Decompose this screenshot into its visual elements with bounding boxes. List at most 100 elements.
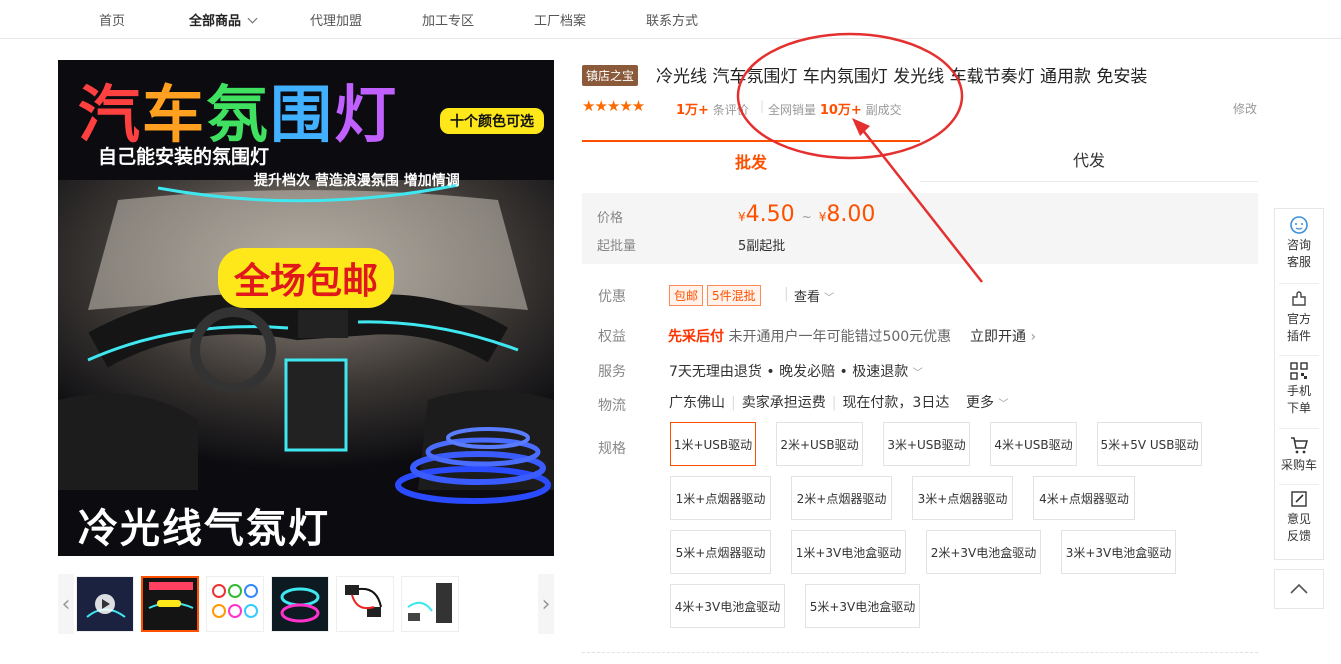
chevron-down-icon: ﹀ — [824, 293, 835, 304]
modify-link[interactable]: 修改 — [1233, 100, 1257, 117]
spec-option[interactable]: 1米+点烟器驱动 — [670, 476, 771, 520]
ship-from: 广东佛山 — [669, 395, 725, 411]
price-box: 价格 ¥4.50 ~ ¥8.00 起批量 5副起批 — [582, 193, 1258, 264]
play-icon — [77, 577, 133, 631]
nav-agency[interactable]: 代理加盟 — [310, 10, 362, 29]
sidebar-item-plugin[interactable]: 官方 插件 — [1275, 289, 1323, 345]
chat-icon — [1290, 216, 1308, 234]
main-product-image[interactable]: 汽车氛围灯 十个颜色可选 自己能安装的氛围灯 提升档次 营造浪漫氛围 增加情调 … — [58, 60, 554, 556]
image-tagline: 提升档次 营造浪漫氛围 增加情调 — [254, 173, 460, 189]
sidebar-item-label: 插件 — [1286, 329, 1311, 343]
review-count[interactable]: 1万+ 条评价 — [676, 99, 749, 118]
chevron-down-icon: ﹀ — [912, 368, 923, 379]
thumb-next-button[interactable]: › — [538, 574, 554, 634]
rights-label: 权益 — [598, 329, 626, 345]
image-title-char: 灯 — [334, 78, 399, 151]
sidebar-divider — [1279, 484, 1319, 485]
thumbnail-2[interactable] — [206, 576, 264, 632]
image-title-char: 围 — [270, 78, 335, 151]
shipping-fee: 卖家承担运费 — [741, 395, 826, 411]
sidebar-item-label: 手机 — [1286, 384, 1311, 398]
logistics-info: 广东佛山 | 卖家承担运费 | 现在付款，3日达 — [669, 392, 949, 412]
sidebar-item-mobile-order[interactable]: 手机 下单 — [1275, 361, 1323, 417]
spec-option[interactable]: 3米+点烟器驱动 — [912, 476, 1013, 520]
service-text: 7天无理由退货 • 晚发必赔 • 极速退款 — [669, 364, 909, 380]
logistics-divider: | — [731, 395, 736, 411]
activate-now-link[interactable]: 立即开通 › — [970, 326, 1036, 346]
logistics-divider: | — [831, 395, 837, 411]
rating-stars: ★★★★★ — [582, 97, 645, 115]
thumb-prev-button[interactable]: ‹ — [58, 574, 74, 634]
spec-option[interactable]: 5米+点烟器驱动 — [670, 530, 771, 574]
service-label: 服务 — [598, 364, 626, 380]
thumbnail-5[interactable] — [401, 576, 459, 632]
chevron-up-icon — [1290, 583, 1308, 594]
promo-view-label: 查看 — [794, 290, 821, 305]
activate-now-label: 立即开通 — [970, 329, 1026, 345]
spec-option[interactable]: 2米+3V电池盒驱动 — [926, 530, 1041, 574]
thumbnail-5-image — [407, 583, 452, 623]
price-range: ¥4.50 ~ ¥8.00 — [738, 202, 875, 227]
sidebar-divider — [1279, 283, 1319, 284]
tab-dropship[interactable]: 代发 — [920, 140, 1258, 182]
meta-divider: | — [760, 99, 765, 113]
promo-view-button[interactable]: 查看 ﹀ — [794, 286, 834, 305]
pay-later-label: 先采后付 — [668, 329, 724, 345]
promo-divider: | — [784, 286, 789, 302]
price-label: 价格 — [597, 211, 624, 226]
color-options-badge: 十个颜色可选 — [440, 108, 544, 134]
spec-option[interactable]: 4米+3V电池盒驱动 — [670, 584, 785, 628]
chevron-down-icon — [247, 13, 258, 24]
sales-count-value: 10万+ — [819, 103, 862, 118]
image-title-char: 汽 — [78, 78, 143, 151]
price-range-tilde: ~ — [801, 210, 812, 224]
sidebar-item-label: 咨询 — [1286, 238, 1311, 252]
logistics-more-button[interactable]: 更多 ﹀ — [966, 392, 1008, 412]
thumbnail-1[interactable] — [141, 576, 199, 632]
spec-option[interactable]: 4米+点烟器驱动 — [1033, 476, 1135, 520]
thumbnail-3[interactable] — [271, 576, 329, 632]
spec-option[interactable]: 5米+5V USB驱动 — [1097, 422, 1202, 466]
back-to-top-button[interactable] — [1274, 569, 1324, 609]
free-shipping-badge: 全场包邮 — [218, 248, 395, 308]
sales-volume: 全网销量 10万+ 副成交 — [768, 99, 902, 118]
arrow-head-icon — [852, 118, 870, 136]
spec-option[interactable]: 5米+3V电池盒驱动 — [805, 584, 920, 628]
sidebar-item-cart[interactable]: 采购车 — [1275, 435, 1323, 474]
thumbnail-4[interactable] — [336, 576, 394, 632]
sidebar-item-label: 下单 — [1286, 401, 1311, 415]
moq-label: 起批量 — [597, 239, 637, 254]
nav-contact[interactable]: 联系方式 — [646, 10, 698, 29]
free-shipping-pill: 包邮 — [669, 285, 704, 306]
spec-option[interactable]: 4米+USB驱动 — [990, 422, 1077, 466]
spec-option[interactable]: 3米+USB驱动 — [883, 422, 970, 466]
tab-wholesale[interactable]: 批发 — [582, 140, 920, 182]
nav-home[interactable]: 首页 — [99, 10, 125, 29]
moq-value: 5副起批 — [738, 239, 786, 254]
purchase-mode-tabs: 批发 代发 — [582, 140, 1258, 182]
service-info[interactable]: 7天无理由退货 • 晚发必赔 • 极速退款 ﹀ — [669, 361, 923, 381]
spec-option[interactable]: 3米+3V电池盒驱动 — [1061, 530, 1176, 574]
nav-processing[interactable]: 加工专区 — [422, 10, 474, 29]
review-count-value: 1万+ — [676, 103, 709, 118]
thumbnail-4-image — [345, 585, 382, 617]
sidebar-item-consult[interactable]: 咨询 客服 — [1275, 215, 1323, 271]
sidebar-item-label: 意见 — [1286, 512, 1311, 526]
image-title-char: 氛 — [206, 78, 271, 151]
price-high: 8.00 — [826, 202, 876, 227]
store-treasure-tag: 镇店之宝 — [582, 65, 639, 86]
spec-option[interactable]: 1米+USB驱动 — [670, 422, 756, 466]
spec-option[interactable]: 2米+USB驱动 — [776, 422, 863, 466]
nav-factory-profile[interactable]: 工厂档案 — [534, 10, 586, 29]
review-count-suffix: 条评价 — [712, 103, 749, 117]
image-subtitle: 自己能安装的氛围灯 — [98, 146, 270, 168]
thumbnail-video[interactable] — [76, 576, 134, 632]
spec-option[interactable]: 1米+3V电池盒驱动 — [791, 530, 906, 574]
sidebar-item-feedback[interactable]: 意见 反馈 — [1275, 489, 1323, 545]
nav-all-products[interactable]: 全部商品 — [189, 10, 258, 29]
delivery-eta: 现在付款，3日达 — [842, 395, 950, 411]
sidebar-item-label: 采购车 — [1280, 458, 1317, 472]
image-bottom-text: 冷光线气氛灯 — [78, 506, 330, 552]
floating-sidebar: 咨询 客服 官方 插件 手机下单 采购车 意见 反馈 — [1274, 208, 1324, 560]
spec-option[interactable]: 2米+点烟器驱动 — [791, 476, 892, 520]
